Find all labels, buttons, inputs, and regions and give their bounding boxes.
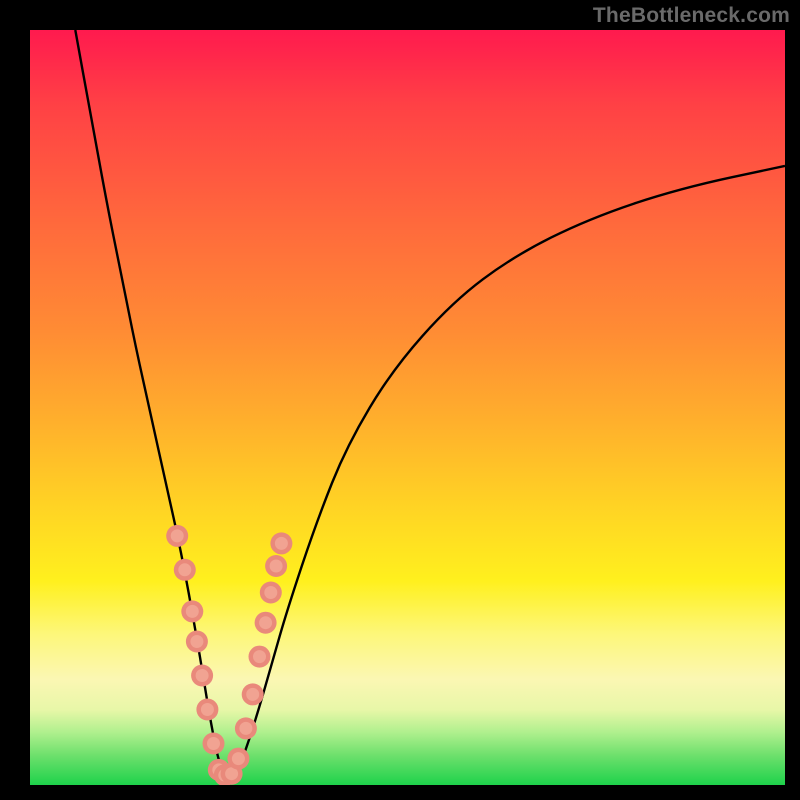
marker-point-core	[196, 669, 209, 682]
bottleneck-curve	[75, 30, 785, 778]
marker-point-core	[232, 752, 245, 765]
chart-svg	[30, 30, 785, 785]
marker-point-core	[259, 616, 272, 629]
marker-point-core	[171, 529, 184, 542]
plot-area	[30, 30, 785, 785]
marker-point-core	[246, 688, 259, 701]
marker-point-core	[201, 703, 214, 716]
marker-point-core	[270, 560, 283, 573]
attribution-text: TheBottleneck.com	[593, 4, 790, 28]
marker-point-core	[239, 722, 252, 735]
marker-point-core	[178, 563, 191, 576]
marker-point-core	[207, 737, 220, 750]
marker-point-core	[253, 650, 266, 663]
marker-point-core	[264, 586, 277, 599]
marker-point-core	[190, 635, 203, 648]
marker-point-core	[186, 605, 199, 618]
chart-frame: TheBottleneck.com	[0, 0, 800, 800]
marker-point-core	[275, 537, 288, 550]
